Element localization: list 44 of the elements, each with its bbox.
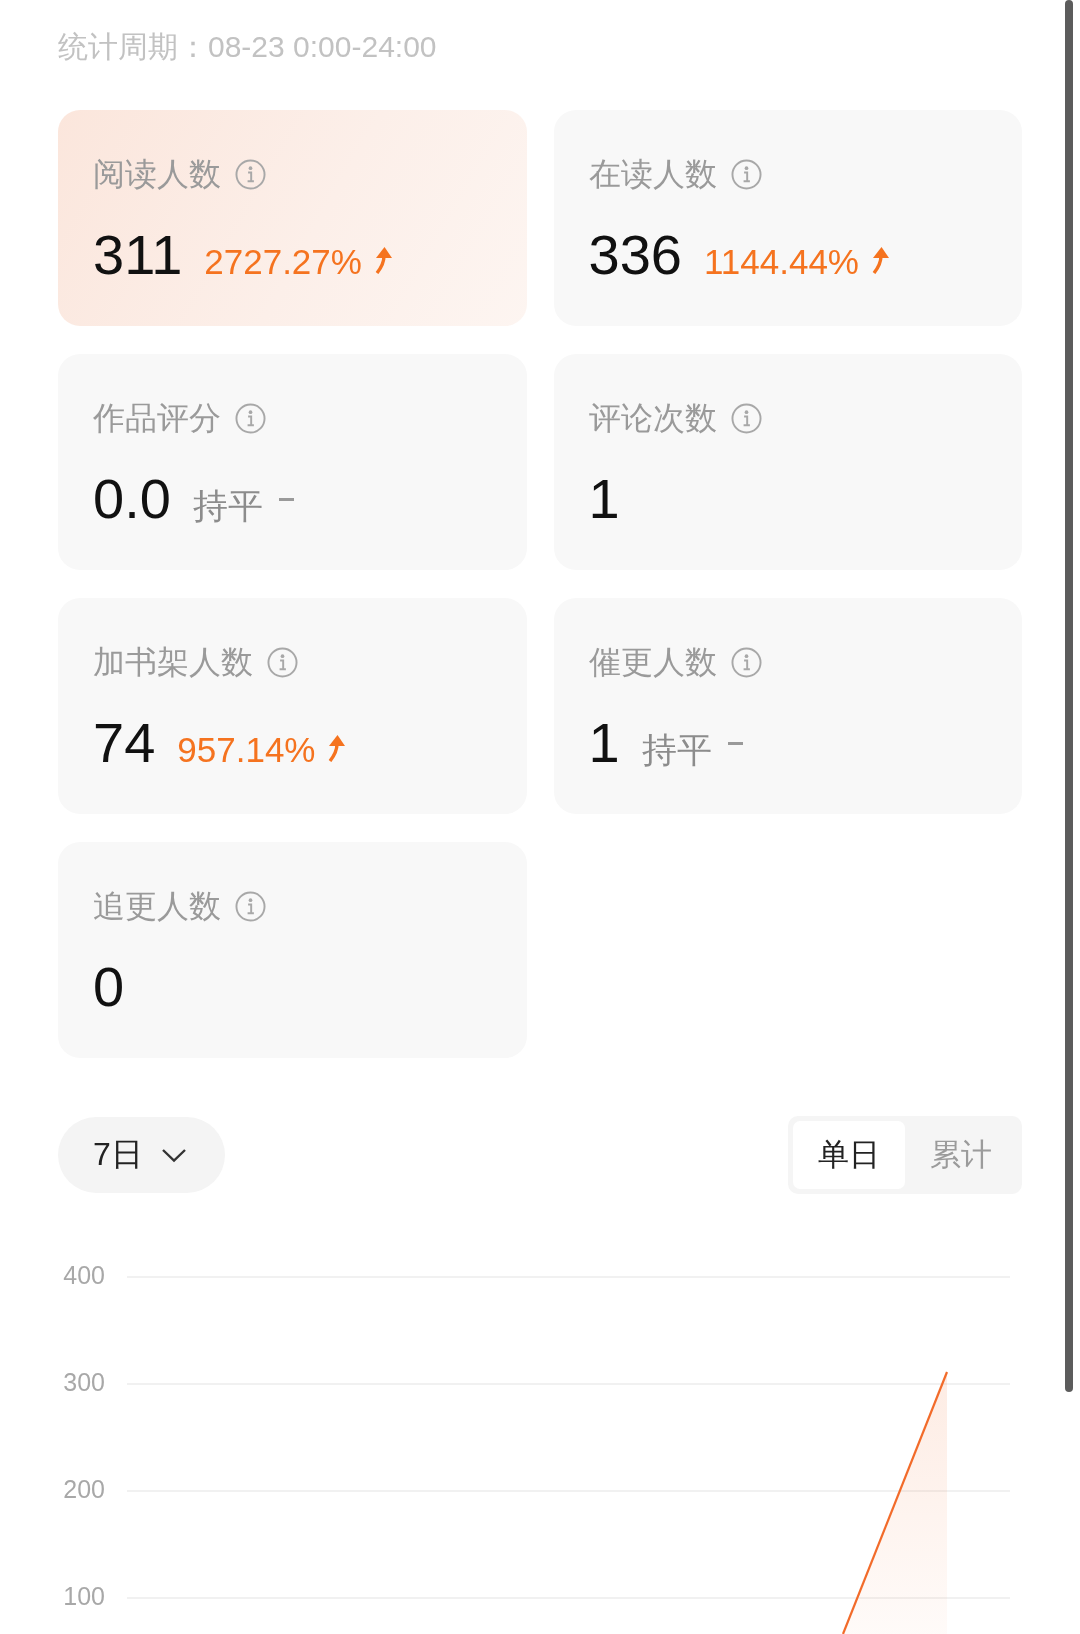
change-percent: 957.14% — [177, 729, 316, 771]
info-icon[interactable] — [730, 158, 762, 190]
y-axis-label: 200 — [63, 1474, 105, 1503]
metric-card[interactable]: 评论次数 1 — [553, 354, 1022, 570]
metric-label: 在读人数 — [588, 156, 717, 192]
metric-card[interactable]: 阅读人数 311 2727.27% — [58, 110, 527, 326]
metric-label: 评论次数 — [588, 400, 717, 436]
metric-card[interactable]: 催更人数 1 持平 — [553, 598, 1022, 814]
change-percent: 2727.27% — [204, 241, 362, 283]
chevron-down-icon — [160, 1147, 187, 1163]
metric-card[interactable]: 作品评分 0.0 持平 — [58, 354, 527, 570]
period-text: 统计周期：08-23 0:00-24:00 — [58, 29, 438, 65]
scrollbar-thumb[interactable] — [1065, 0, 1073, 1392]
change-percent: 1144.44% — [703, 241, 859, 283]
y-axis-label: 300 — [63, 1367, 105, 1396]
metric-value: 74 — [93, 710, 156, 776]
metric-label: 加书架人数 — [93, 644, 253, 680]
metric-label: 催更人数 — [588, 644, 717, 680]
mode-tab[interactable]: 单日 — [793, 1121, 905, 1189]
metric-value: 1 — [588, 710, 620, 776]
info-icon[interactable] — [730, 646, 762, 678]
metric-value: 0 — [93, 954, 125, 1020]
change-text: 持平 — [192, 485, 263, 527]
dash-icon — [278, 497, 294, 501]
metric-value: 336 — [588, 222, 682, 288]
change-text: 持平 — [641, 729, 712, 771]
metric-card[interactable]: 在读人数 336 1144.44% — [553, 110, 1022, 326]
metric-value: 1 — [588, 466, 620, 532]
info-icon[interactable] — [730, 402, 762, 434]
range-dropdown[interactable]: 7日 — [58, 1117, 225, 1193]
info-icon[interactable] — [235, 402, 266, 434]
metric-label: 作品评分 — [93, 400, 221, 436]
metric-card[interactable]: 追更人数 0 — [58, 842, 527, 1058]
info-icon[interactable] — [235, 158, 266, 190]
dash-icon — [727, 741, 743, 745]
metric-label: 阅读人数 — [93, 156, 221, 192]
metric-label: 追更人数 — [93, 888, 221, 924]
metric-value: 311 — [93, 222, 183, 288]
y-axis-label: 400 — [63, 1260, 105, 1289]
metric-value: 0.0 — [93, 466, 171, 532]
y-axis-label: 100 — [63, 1581, 105, 1610]
metric-card[interactable]: 加书架人数 74 957.14% — [58, 598, 527, 814]
info-icon[interactable] — [267, 646, 298, 678]
info-icon[interactable] — [235, 890, 266, 922]
